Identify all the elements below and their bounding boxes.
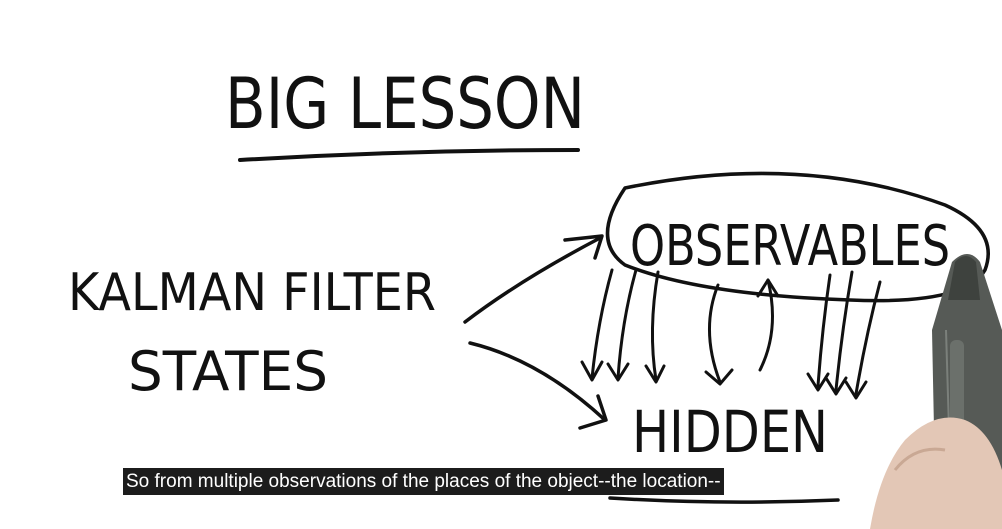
arrow-to-observables: [463, 234, 604, 324]
caption-subtitle: So from multiple observations of the pla…: [123, 468, 724, 495]
hidden-underline: [608, 496, 840, 504]
lesson-title: BIG LESSON: [225, 63, 585, 145]
node-hidden: HIDDEN: [632, 398, 828, 466]
label-states: STATES: [128, 340, 328, 403]
node-observables: OBSERVABLES: [630, 214, 950, 279]
label-kalman-filter: KALMAN FILTER: [68, 263, 436, 323]
whiteboard-canvas: BIG LESSON KALMAN FILTER STATES OBSERVAB…: [68, 63, 1002, 529]
hand: [870, 417, 1002, 529]
arrow-to-hidden: [468, 341, 608, 430]
title-underline: [238, 148, 580, 162]
